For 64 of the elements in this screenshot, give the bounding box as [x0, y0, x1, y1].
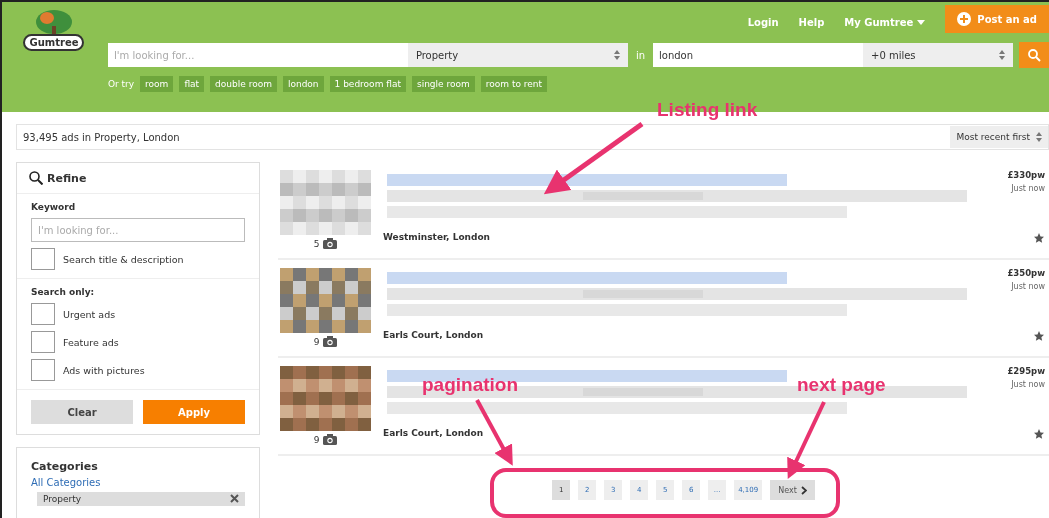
annotation-label: next page [797, 374, 886, 396]
suggestion-chip[interactable]: london [282, 76, 324, 92]
listing-location: Earls Court, London [383, 330, 485, 340]
suggestion-chip[interactable]: room to rent [480, 76, 548, 92]
chevron-right-icon [800, 485, 807, 495]
suggestion-chip[interactable]: double room [210, 76, 277, 92]
checkbox-label: Urgent ads [63, 308, 116, 320]
checkbox[interactable] [31, 359, 55, 381]
photo-count: 5 [313, 238, 338, 249]
sort-select[interactable]: Most recent first [950, 126, 1048, 148]
camera-icon [323, 336, 338, 347]
category-select[interactable]: Property [407, 43, 628, 67]
category-chip[interactable]: Property [37, 492, 245, 506]
sort-arrows-icon [613, 50, 620, 60]
checkbox[interactable] [31, 303, 55, 325]
photo-count: 9 [313, 336, 338, 347]
sort-arrows-icon [999, 50, 1005, 60]
annotation-label: pagination [422, 374, 519, 396]
checkbox-label: Search title & description [63, 253, 184, 265]
listing-row[interactable]: 5 Westminster, London £330pw Just now [278, 162, 1049, 260]
listing-price: £330pw [1007, 170, 1045, 180]
listing-time: Just now [1011, 184, 1045, 193]
keyword-label: Keyword [31, 202, 77, 212]
listing-price: £295pw [1007, 366, 1045, 376]
location-field[interactable]: london [653, 43, 863, 67]
checkbox[interactable] [31, 248, 55, 270]
camera-icon [323, 238, 338, 249]
suggestion-chip[interactable]: flat [179, 76, 205, 92]
in-label: in [634, 49, 646, 61]
apply-button[interactable]: Apply [143, 400, 245, 424]
search-icon [29, 171, 43, 185]
or-try-label: Or try [107, 79, 135, 89]
listing-time: Just now [1011, 380, 1045, 389]
star-icon[interactable] [1033, 232, 1045, 244]
search-icon [1027, 48, 1041, 62]
results-count: 93,495 ads in Property, London [23, 131, 180, 143]
logo-text[interactable]: Gumtree [23, 34, 85, 51]
listing-location: Earls Court, London [383, 428, 485, 438]
listing-time: Just now [1011, 282, 1045, 291]
photo-count: 9 [313, 434, 338, 445]
star-icon[interactable] [1033, 428, 1045, 440]
star-icon[interactable] [1033, 330, 1045, 342]
sort-arrows-icon [1036, 132, 1042, 142]
suggestion-chip[interactable]: 1 bedroom flat [329, 76, 406, 92]
checkbox[interactable] [31, 331, 55, 353]
clear-button[interactable]: Clear [31, 400, 133, 424]
distance-select[interactable]: +0 miles [863, 43, 1013, 67]
search-button[interactable] [1019, 42, 1049, 68]
search-only-label: Search only: [31, 287, 96, 297]
close-icon[interactable] [230, 494, 239, 503]
next-page-button[interactable]: Next [770, 480, 815, 500]
listing-row[interactable]: 9 Earls Court, London £350pw Just now [278, 260, 1049, 358]
camera-icon [323, 434, 338, 445]
refine-title: Refine [47, 171, 87, 185]
checkbox-label: Ads with pictures [63, 364, 145, 376]
listing-price: £350pw [1007, 268, 1045, 278]
suggestion-chip[interactable]: room [140, 76, 174, 92]
caret-icon [917, 19, 926, 25]
suggestion-chip[interactable]: single room [411, 76, 475, 92]
all-categories-link[interactable]: All Categories [31, 477, 245, 488]
listing-location: Westminster, London [383, 232, 492, 242]
categories-title: Categories [31, 460, 99, 473]
checkbox-label: Feature ads [63, 336, 119, 348]
plus-icon [957, 12, 972, 26]
